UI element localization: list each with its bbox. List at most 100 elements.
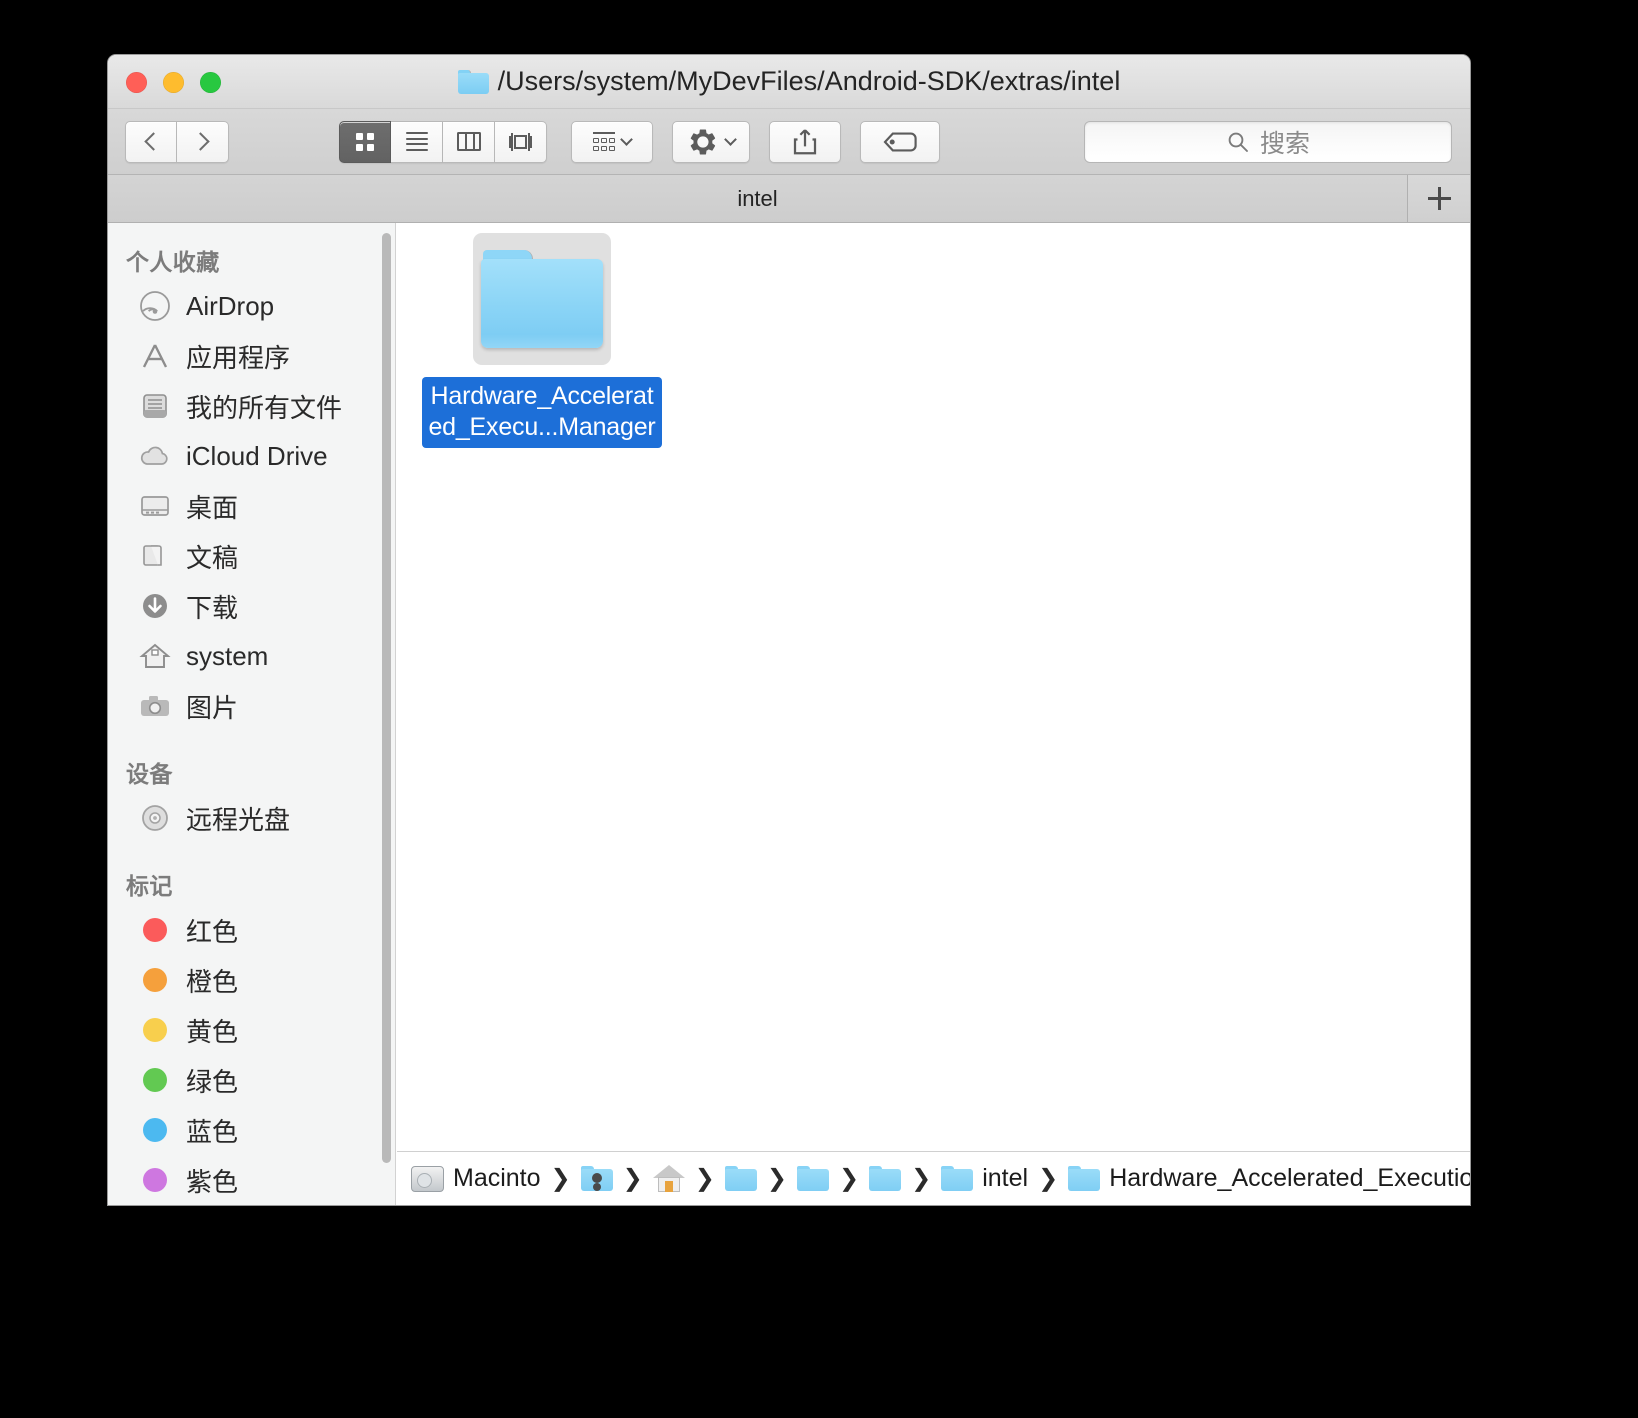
icon-view-button[interactable] (339, 121, 391, 163)
sidebar-item-documents[interactable]: 文稿 (108, 531, 395, 581)
sidebar-item-label: 文稿 (186, 538, 238, 575)
sidebar-item-tag-red[interactable]: 红色 (108, 905, 395, 955)
sidebar-item-applications[interactable]: 应用程序 (108, 331, 395, 381)
sidebar-heading-tags: 标记 (108, 861, 395, 905)
sidebar-heading-devices: 设备 (108, 749, 395, 793)
search-field[interactable]: 搜索 (1084, 121, 1452, 163)
pictures-icon (138, 689, 172, 723)
sidebar-item-tag-green[interactable]: 绿色 (108, 1055, 395, 1105)
column-view-button[interactable] (443, 121, 495, 163)
sidebar-item-airdrop[interactable]: AirDrop (108, 281, 395, 331)
applications-icon (138, 339, 172, 373)
sidebar-scrollbar[interactable] (382, 233, 391, 1163)
view-mode-buttons (339, 121, 547, 163)
path-crumb-haxm[interactable]: Hardware_Accelerated_Execution_Manager (1068, 1164, 1470, 1193)
path-crumb-extras[interactable] (869, 1166, 901, 1191)
sidebar-item-label: 橙色 (186, 962, 238, 999)
window-body: 个人收藏 AirDrop (108, 223, 1470, 1205)
sidebar-item-label: 红色 (186, 912, 238, 949)
share-control (769, 121, 841, 163)
arrange-button[interactable] (571, 121, 653, 163)
sidebar-item-tag-orange[interactable]: 橙色 (108, 955, 395, 1005)
path-crumb-macintosh-hd[interactable]: Macinto (411, 1164, 541, 1193)
sidebar-item-label: 紫色 (186, 1162, 238, 1199)
path-crumb-mydevfiles[interactable] (725, 1166, 757, 1191)
forward-button[interactable] (177, 121, 229, 163)
sidebar-item-pictures[interactable]: 图片 (108, 681, 395, 731)
tab-intel[interactable]: intel (108, 175, 1408, 222)
users-folder-icon (581, 1166, 613, 1191)
sidebar-item-label: 蓝色 (186, 1112, 238, 1149)
tag-button[interactable] (860, 121, 940, 163)
sidebar-item-all-my-files[interactable]: 我的所有文件 (108, 381, 395, 431)
sidebar-item-label: 绿色 (186, 1062, 238, 1099)
sidebar-heading-favorites: 个人收藏 (108, 237, 395, 281)
search-container: 搜索 (1084, 121, 1452, 163)
file-item-label: Hardware_Accelerat ed_Execu...Manager (422, 377, 661, 448)
tag-dot-icon (138, 1113, 172, 1147)
sidebar-item-label: 我的所有文件 (186, 388, 342, 425)
sidebar-item-label: 应用程序 (186, 338, 290, 375)
folder-icon (458, 70, 489, 94)
sidebar-item-label: 图片 (186, 688, 238, 725)
airdrop-icon (138, 289, 172, 323)
desktop-icon (138, 489, 172, 523)
tag-dot-icon (138, 913, 172, 947)
file-item-hardware-accelerated-execution-manager[interactable]: Hardware_Accelerat ed_Execu...Manager (416, 233, 668, 448)
new-tab-button[interactable] (1408, 175, 1470, 222)
documents-icon (138, 539, 172, 573)
sidebar-item-tag-blue[interactable]: 蓝色 (108, 1105, 395, 1155)
grid-view-icon (356, 133, 374, 151)
file-list-area[interactable]: Hardware_Accelerat ed_Execu...Manager (396, 223, 1470, 1205)
sidebar-item-remote-disc[interactable]: 远程光盘 (108, 793, 395, 843)
navigation-buttons (125, 121, 229, 163)
path-crumb-users[interactable] (581, 1166, 613, 1191)
sidebar-item-icloud-drive[interactable]: iCloud Drive (108, 431, 395, 481)
back-button[interactable] (125, 121, 177, 163)
arrange-icon (593, 132, 615, 151)
path-crumb-label: Macinto (453, 1164, 541, 1193)
chevron-down-icon (724, 133, 737, 146)
window-toolbar: 搜索 (108, 109, 1470, 175)
path-crumb-label: intel (982, 1164, 1028, 1193)
path-crumb-intel[interactable]: intel (941, 1164, 1028, 1193)
list-view-button[interactable] (391, 121, 443, 163)
plus-icon (1428, 187, 1451, 210)
sidebar-item-downloads[interactable]: 下载 (108, 581, 395, 631)
tag-dot-icon (138, 1163, 172, 1197)
folder-icon (481, 250, 603, 348)
share-button[interactable] (769, 121, 841, 163)
tag-control (860, 121, 940, 163)
path-crumb-label: Hardware_Accelerated_Execution_Manager (1109, 1164, 1470, 1193)
home-icon (138, 639, 172, 673)
sidebar-item-desktop[interactable]: 桌面 (108, 481, 395, 531)
path-separator: ❯ (623, 1164, 643, 1193)
tab-label: intel (737, 186, 777, 212)
coverflow-view-icon (507, 132, 535, 152)
sidebar-item-label: iCloud Drive (186, 441, 328, 472)
finder-window: /Users/system/MyDevFiles/Android-SDK/ext… (108, 55, 1470, 1205)
path-crumb-android-sdk[interactable] (797, 1166, 829, 1191)
tag-dot-icon (138, 1063, 172, 1097)
remote-disc-icon (138, 801, 172, 835)
path-separator: ❯ (695, 1164, 715, 1193)
search-icon (1226, 130, 1250, 154)
arrange-control (571, 121, 653, 163)
sidebar-item-home[interactable]: system (108, 631, 395, 681)
tab-bar: intel (108, 175, 1470, 223)
sidebar-item-label: AirDrop (186, 291, 274, 322)
path-separator: ❯ (839, 1164, 859, 1193)
sidebar-item-tag-purple[interactable]: 紫色 (108, 1155, 395, 1205)
path-separator: ❯ (911, 1164, 931, 1193)
path-crumb-home[interactable] (653, 1165, 685, 1192)
action-button[interactable] (672, 121, 750, 163)
sidebar-item-tag-yellow[interactable]: 黄色 (108, 1005, 395, 1055)
path-bar: Macinto ❯ ❯ ❯ ❯ ❯ ❯ intel ❯ Hardwa (397, 1151, 1470, 1205)
path-separator: ❯ (1038, 1164, 1058, 1193)
path-separator: ❯ (767, 1164, 787, 1193)
list-view-icon (406, 129, 428, 155)
downloads-icon (138, 589, 172, 623)
sidebar-item-label: 黄色 (186, 1012, 238, 1049)
chevron-left-icon (144, 132, 162, 150)
coverflow-view-button[interactable] (495, 121, 547, 163)
